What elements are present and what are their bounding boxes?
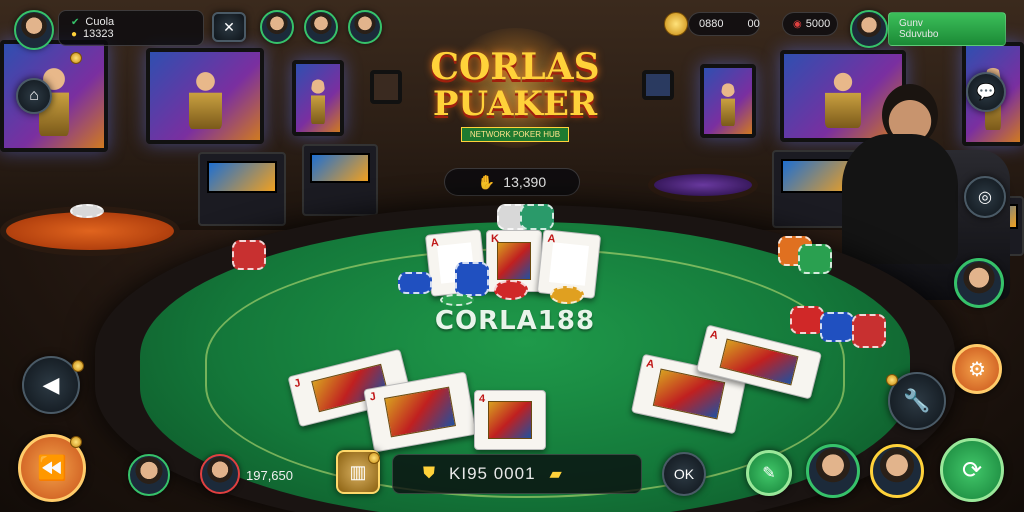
currency-coin-icon xyxy=(664,12,688,36)
camera-button[interactable]: ◎ xyxy=(964,176,1006,218)
check-icon: ✔ xyxy=(71,16,80,28)
avatar-top-right[interactable] xyxy=(850,10,888,48)
coin-icon: ● xyxy=(71,28,78,40)
chip-stack-right-2 xyxy=(798,244,832,274)
game-logo: CORLAS PUAKER NETWORK POKER HUB xyxy=(425,28,605,158)
cycle-icon: ⟳ xyxy=(961,456,983,484)
lobby-button[interactable]: ⌂ xyxy=(16,78,52,114)
avatar-top-2[interactable] xyxy=(304,10,338,44)
share-icon: ✕ xyxy=(223,18,235,35)
avatar-right-seat[interactable] xyxy=(954,258,1004,308)
stat-left-value: 0880 xyxy=(699,18,724,30)
chip-stack-left xyxy=(232,240,266,270)
back-arrow-icon: ◀ xyxy=(42,372,60,397)
target-icon: ◉ xyxy=(793,18,802,30)
logo-ribbon: NETWORK POKER HUB xyxy=(460,127,570,142)
rewind-coin-badge xyxy=(70,436,82,448)
coin-badge xyxy=(70,52,82,64)
player-info-top-left: ✔ Cuola ● 13323 xyxy=(58,10,204,46)
chip-stack-blue xyxy=(398,272,432,294)
chip-stack-right-4 xyxy=(820,312,854,342)
avatar-bottom-2[interactable] xyxy=(200,454,240,494)
home-icon: ⌂ xyxy=(29,87,39,104)
chip-side-table xyxy=(70,204,104,218)
stat-middle-value: 00 xyxy=(747,18,760,30)
gold-bar-icon: ▰ xyxy=(549,466,562,483)
chip-stack-center-top-2 xyxy=(520,204,554,230)
avatar-top-1[interactable] xyxy=(260,10,294,44)
wall-poster xyxy=(292,60,344,136)
wall-poster-right xyxy=(700,64,756,138)
bottom-player-amount: 197,650 xyxy=(246,468,293,483)
chip-gold xyxy=(550,286,584,304)
gear-icon: ⚙ xyxy=(968,358,986,381)
ok-icon: OK xyxy=(673,466,695,482)
stat-pill-right[interactable]: ◉ 5000 xyxy=(782,12,838,36)
tools-coin-badge xyxy=(886,374,898,386)
chat-button[interactable]: 💬 xyxy=(966,72,1006,112)
logo-title-line2: PUAKER xyxy=(432,84,598,124)
action-button[interactable]: ⟳ xyxy=(940,438,1004,502)
camera-icon: ◎ xyxy=(978,189,992,206)
top-left-player-balance: 13323 xyxy=(83,28,114,40)
side-table-right xyxy=(648,168,758,202)
stat-right-value: 5000 xyxy=(805,18,831,30)
top-left-player-name: Cuola xyxy=(85,16,115,28)
logo-title-line1: CORLAS xyxy=(430,46,600,88)
edit-button[interactable]: ✎ xyxy=(746,450,792,496)
pencil-icon: ✎ xyxy=(762,465,776,482)
wall-frame-2 xyxy=(642,70,674,100)
pot-display: ✋ 13,390 xyxy=(444,168,580,196)
player-card-3[interactable]: 4 xyxy=(474,390,546,450)
vault-coin-badge xyxy=(368,452,380,464)
pot-value: 13,390 xyxy=(503,174,547,190)
chat-bubble-icon: 💬 xyxy=(976,84,996,101)
avatar-top-3[interactable] xyxy=(348,10,382,44)
ok-button[interactable]: OK xyxy=(662,452,706,496)
settings-button[interactable]: ⚙ xyxy=(952,344,1002,394)
share-button[interactable]: ✕ xyxy=(212,12,246,42)
wrench-icon: 🔧 xyxy=(903,388,931,413)
player-info-top-right: Gunv Sduvubo xyxy=(888,12,1006,46)
back-coin-badge xyxy=(72,360,84,372)
balance-bar: ⛊ KI95 0001 ▰ xyxy=(392,454,642,494)
rewind-icon: ⏪ xyxy=(37,454,67,482)
stat-pill-left: 0880 00 xyxy=(688,12,760,36)
avatar-bottom-4[interactable] xyxy=(870,444,924,498)
wall-tv-2 xyxy=(146,48,264,144)
chip-stack-right-3 xyxy=(790,306,824,334)
slot-machine-1 xyxy=(198,152,286,226)
shield-icon: ⛊ xyxy=(423,465,436,482)
avatar-bottom-1[interactable] xyxy=(128,454,170,496)
avatar-top-left[interactable] xyxy=(14,10,54,50)
chip-stack-blue-2 xyxy=(455,262,489,296)
vault-icon: ▥ xyxy=(349,461,367,482)
top-right-line1: Gunv xyxy=(899,18,923,29)
seated-player-figure xyxy=(828,84,958,274)
table-brand: CORLA188 xyxy=(434,306,596,336)
chip-hand-icon: ✋ xyxy=(477,173,496,190)
chip-red xyxy=(494,280,528,300)
bottom-balance: KI95 0001 xyxy=(449,464,536,483)
chip-green xyxy=(440,294,474,306)
top-right-line2: Sduvubo xyxy=(899,29,939,40)
chip-stack-right-5 xyxy=(852,314,886,348)
wall-frame xyxy=(370,70,402,104)
avatar-bottom-3[interactable] xyxy=(806,444,860,498)
slot-machine-2 xyxy=(302,144,378,216)
